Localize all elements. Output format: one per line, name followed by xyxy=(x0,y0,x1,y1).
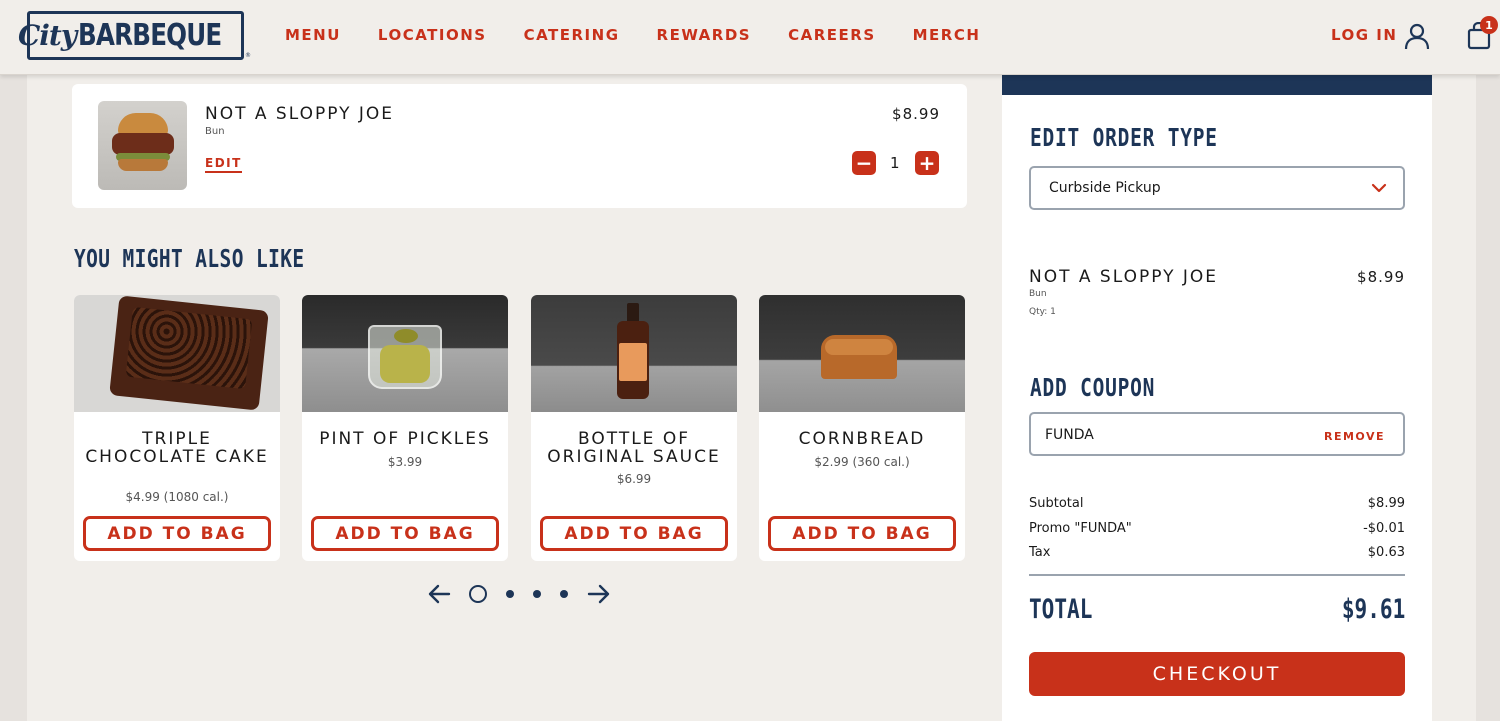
suggestion-price: $3.99 xyxy=(387,455,423,469)
quantity-value: 1 xyxy=(890,154,900,172)
main-nav: MENU LOCATIONS CATERING REWARDS CAREERS … xyxy=(285,26,1017,44)
total-value: $9.61 xyxy=(1341,594,1405,625)
add-to-bag-button[interactable]: ADD TO BAG xyxy=(83,516,271,551)
logo-city-text: City xyxy=(17,19,77,52)
logo-bbq-text: BARBEQUE xyxy=(78,18,222,53)
suggestions-heading: YOU MIGHT ALSO LIKE xyxy=(74,244,305,273)
suggestion-price: $6.99 xyxy=(616,472,652,486)
order-type-heading: EDIT ORDER TYPE xyxy=(1030,123,1218,152)
decrease-quantity-button[interactable]: − xyxy=(852,151,876,175)
sloppy-joe-image xyxy=(98,101,187,190)
promo-value: -$0.01 xyxy=(1363,521,1405,536)
carousel-dot-active[interactable] xyxy=(469,585,487,603)
suggestion-price: $4.99 (1080 cal.) xyxy=(125,490,229,504)
cornbread-image xyxy=(759,295,965,412)
total-label: TOTAL xyxy=(1029,594,1093,625)
add-to-bag-button[interactable]: ADD TO BAG xyxy=(311,516,499,551)
order-type-value: Curbside Pickup xyxy=(1049,180,1161,196)
carousel-dot[interactable] xyxy=(533,590,541,598)
arrow-right-icon[interactable] xyxy=(587,583,611,605)
cart-item-modifier: Bun xyxy=(205,126,225,137)
nav-menu[interactable]: MENU xyxy=(285,26,341,44)
city-barbeque-logo[interactable]: City BARBEQUE xyxy=(18,11,244,60)
site-header: City BARBEQUE ® MENU LOCATIONS CATERING … xyxy=(0,0,1500,75)
nav-rewards[interactable]: REWARDS xyxy=(657,26,752,44)
summary-item-price: $8.99 xyxy=(1357,268,1405,286)
order-type-select[interactable]: Curbside Pickup xyxy=(1029,166,1405,210)
edit-item-link[interactable]: EDIT xyxy=(205,156,242,173)
suggestion-name: CORNBREAD xyxy=(798,429,926,449)
summary-divider xyxy=(1029,574,1405,576)
increase-quantity-button[interactable]: + xyxy=(915,151,939,175)
suggestion-name: TRIPLE CHOCOLATE CAKE xyxy=(85,429,269,467)
checkout-button[interactable]: CHECKOUT xyxy=(1029,652,1405,696)
suggestion-name: PINT OF PICKLES xyxy=(319,429,491,449)
subtotal-value: $8.99 xyxy=(1367,496,1405,511)
login-link[interactable]: LOG IN xyxy=(1331,26,1397,44)
coupon-code: FUNDA xyxy=(1045,427,1094,443)
add-to-bag-button[interactable]: ADD TO BAG xyxy=(768,516,956,551)
chocolate-cake-image xyxy=(74,295,280,412)
tax-label: Tax xyxy=(1029,545,1051,560)
suggestion-price: $2.99 (360 cal.) xyxy=(814,455,910,469)
bag-count-badge: 1 xyxy=(1480,16,1498,34)
sauce-bottle-image xyxy=(531,295,737,412)
carousel-dot[interactable] xyxy=(506,590,514,598)
order-summary-panel: EDIT ORDER TYPE Curbside Pickup NOT A SL… xyxy=(1002,75,1432,721)
user-icon[interactable] xyxy=(1403,22,1431,50)
suggestion-card: PINT OF PICKLES $3.99 ADD TO BAG xyxy=(302,295,508,561)
add-to-bag-button[interactable]: ADD TO BAG xyxy=(540,516,728,551)
coupon-heading: ADD COUPON xyxy=(1030,373,1156,402)
tax-value: $0.63 xyxy=(1367,545,1405,560)
logo-trademark: ® xyxy=(245,52,251,59)
cart-item-name: NOT A SLOPPY JOE xyxy=(205,104,395,124)
promo-label: Promo "FUNDA" xyxy=(1029,521,1132,536)
cart-item-card: NOT A SLOPPY JOE Bun EDIT $8.99 − 1 + xyxy=(72,84,967,208)
summary-item-modifier: Bun xyxy=(1029,289,1047,299)
suggestion-card: TRIPLE CHOCOLATE CAKE $4.99 (1080 cal.) … xyxy=(74,295,280,561)
summary-item-name: NOT A SLOPPY JOE xyxy=(1029,267,1219,287)
subtotal-label: Subtotal xyxy=(1029,496,1084,511)
suggestion-card: CORNBREAD $2.99 (360 cal.) ADD TO BAG xyxy=(759,295,965,561)
remove-coupon-button[interactable]: REMOVE xyxy=(1324,430,1385,443)
nav-careers[interactable]: CAREERS xyxy=(788,26,876,44)
nav-merch[interactable]: MERCH xyxy=(913,26,981,44)
nav-locations[interactable]: LOCATIONS xyxy=(378,26,487,44)
arrow-left-icon[interactable] xyxy=(427,583,451,605)
cart-item-price: $8.99 xyxy=(892,105,940,123)
summary-top-bar xyxy=(1002,75,1432,95)
suggestion-name: BOTTLE OF ORIGINAL SAUCE xyxy=(547,429,721,467)
summary-item-qty: Qty: 1 xyxy=(1029,307,1056,317)
left-gutter xyxy=(0,75,27,721)
nav-catering[interactable]: CATERING xyxy=(524,26,620,44)
pickles-image xyxy=(302,295,508,412)
chevron-down-icon xyxy=(1371,183,1387,193)
right-gutter xyxy=(1476,75,1500,721)
suggestion-card: BOTTLE OF ORIGINAL SAUCE $6.99 ADD TO BA… xyxy=(531,295,737,561)
carousel-dot[interactable] xyxy=(560,590,568,598)
coupon-field[interactable]: FUNDA REMOVE xyxy=(1029,412,1405,456)
